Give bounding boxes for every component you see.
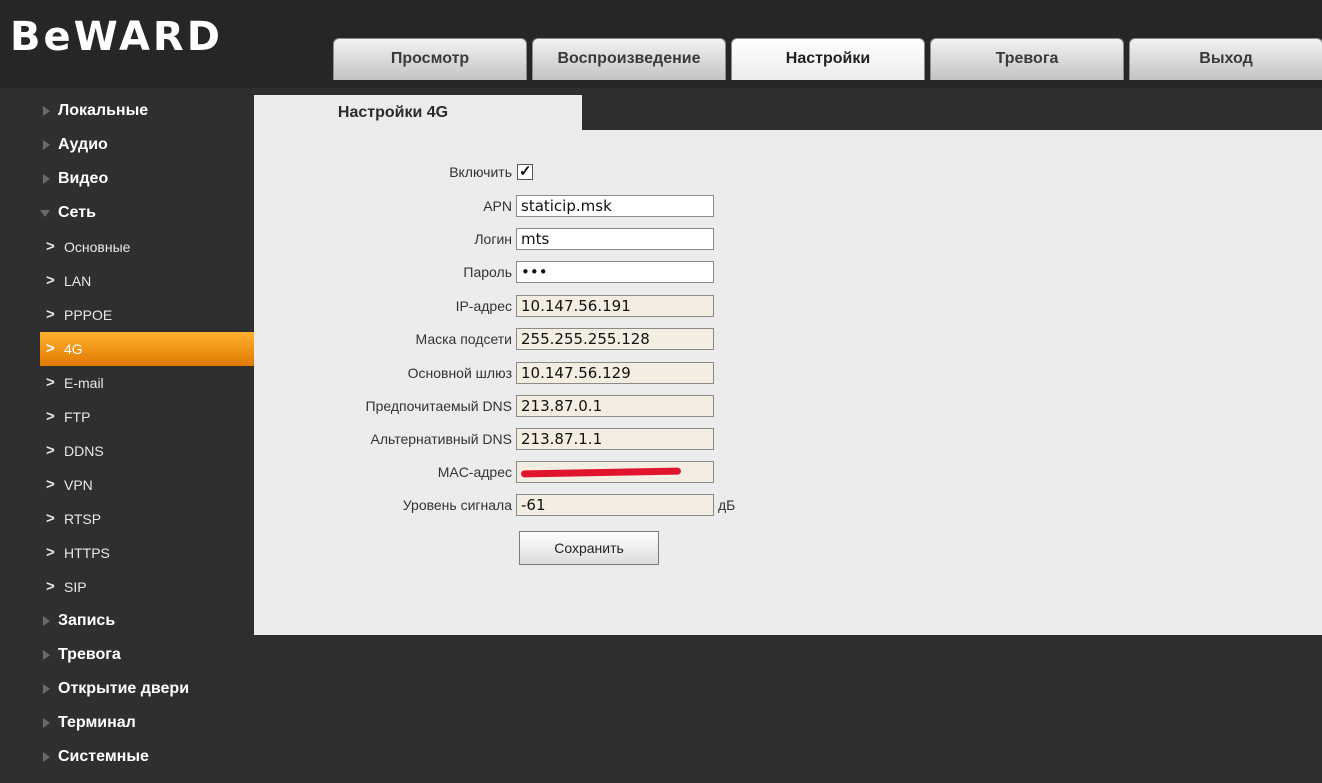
ip-label: IP-адрес [455, 298, 512, 314]
gateway-field: 10.147.56.129 [516, 362, 714, 384]
save-button[interactable]: Сохранить [519, 531, 659, 565]
sidebar-item-alarm[interactable]: Тревога [0, 638, 252, 672]
triangle-right-icon [43, 718, 50, 728]
mac-field [516, 461, 714, 483]
enable-label: Включить [449, 164, 512, 180]
dns1-label: Предпочитаемый DNS [365, 398, 512, 414]
triangle-right-icon [43, 752, 50, 762]
sidebar-item-door-open[interactable]: Открытие двери [0, 672, 252, 706]
sidebar-item-local[interactable]: Локальные [0, 94, 252, 128]
sidebar-subitem-label: FTP [64, 409, 91, 425]
tab-settings[interactable]: Настройки [731, 38, 925, 80]
signal-unit: дБ [718, 497, 736, 513]
sidebar-subitem-label: E-mail [64, 375, 104, 391]
ip-field: 10.147.56.191 [516, 295, 714, 317]
dns2-label: Альтернативный DNS [370, 431, 512, 447]
sidebar-item-system[interactable]: Системные [0, 740, 252, 774]
login-label: Логин [474, 231, 512, 247]
settings-panel: Настройки 4G Включить ✓ APN staticip.msk… [254, 95, 1322, 635]
sidebar-item-label: Локальные [58, 102, 149, 119]
sidebar-item-terminal[interactable]: Терминал [0, 706, 252, 740]
sidebar-subitem-label: DDNS [64, 443, 104, 459]
dns2-field: 213.87.1.1 [516, 428, 714, 450]
triangle-right-icon [43, 616, 50, 626]
triangle-down-icon [40, 210, 50, 217]
sidebar-subitem-label: 4G [64, 341, 83, 357]
chevron-right-icon: > [46, 340, 55, 357]
sidebar-subitem-label: VPN [64, 477, 93, 493]
panel-tab-4g-settings[interactable]: Настройки 4G [254, 95, 582, 130]
apn-input[interactable]: staticip.msk [516, 195, 714, 217]
sidebar-subitem-label: RTSP [64, 511, 102, 527]
password-input[interactable]: ••• [516, 261, 714, 283]
sidebar-item-label: Системные [58, 748, 149, 765]
mask-row: Маска подсети [254, 327, 513, 351]
sidebar-subitem-label: SIP [64, 579, 87, 595]
signal-label: Уровень сигнала [402, 497, 512, 513]
sidebar-item-label: Запись [58, 612, 116, 629]
sidebar-subitem-label: HTTPS [64, 545, 110, 561]
sidebar-item-audio[interactable]: Аудио [0, 128, 252, 162]
chevron-right-icon: > [46, 408, 55, 425]
gateway-label: Основной шлюз [407, 365, 512, 381]
sidebar-subitem-label: PPPOE [64, 307, 113, 323]
chevron-right-icon: > [46, 442, 55, 459]
panel-tab-bar: Настройки 4G [254, 95, 1322, 130]
sidebar-subitem-label: Основные [64, 239, 131, 255]
dns1-field: 213.87.0.1 [516, 395, 714, 417]
triangle-right-icon [43, 106, 50, 116]
chevron-right-icon: > [46, 476, 55, 493]
chevron-right-icon: > [46, 272, 55, 289]
tab-alarm[interactable]: Тревога [930, 38, 1124, 80]
sidebar-item-recording[interactable]: Запись [0, 604, 252, 638]
login-input[interactable]: mts [516, 228, 714, 250]
sidebar-item-label: Аудио [58, 136, 108, 153]
sidebar-item-label: Видео [58, 170, 109, 187]
triangle-right-icon [43, 174, 50, 184]
sidebar-item-label: Терминал [58, 714, 136, 731]
triangle-right-icon [43, 650, 50, 660]
enable-checkbox[interactable]: ✓ [517, 163, 533, 180]
dns1-row: Предпочитаемый DNS [254, 394, 512, 418]
chevron-right-icon: > [46, 578, 55, 595]
sidebar-subitem-sip[interactable]: > SIP [0, 570, 252, 604]
dns2-row: Альтернативный DNS [254, 427, 512, 451]
chevron-right-icon: > [46, 306, 55, 323]
triangle-right-icon [43, 684, 50, 694]
header-bar: BeWARD Просмотр Воспроизведение Настройк… [0, 0, 1322, 88]
signal-row: Уровень сигнала [254, 493, 512, 517]
checkmark-icon: ✓ [519, 163, 532, 180]
sidebar-subitem-https[interactable]: > HTTPS [0, 536, 252, 570]
sidebar-item-label: Открытие двери [58, 680, 190, 697]
tab-playback[interactable]: Воспроизведение [532, 38, 726, 80]
chevron-right-icon: > [46, 238, 55, 255]
sidebar-item-label: Тревога [58, 646, 121, 663]
chevron-right-icon: > [46, 374, 55, 391]
tab-exit[interactable]: Выход [1129, 38, 1322, 80]
triangle-right-icon [43, 140, 50, 150]
ip-row: IP-адрес [254, 294, 512, 318]
apn-label: APN [483, 198, 512, 214]
tab-view[interactable]: Просмотр [333, 38, 527, 80]
gateway-row: Основной шлюз [254, 361, 512, 385]
password-label: Пароль [463, 264, 512, 280]
beward-logo: BeWARD [10, 14, 223, 60]
mask-label: Маска подсети [415, 331, 513, 347]
signal-field: -61 [516, 494, 714, 516]
apn-row: APN [254, 194, 512, 218]
sidebar-item-label: Сеть [58, 204, 96, 221]
chevron-right-icon: > [46, 510, 55, 527]
mac-row: MAC-адрес [254, 460, 512, 484]
chevron-right-icon: > [46, 544, 55, 561]
password-row: Пароль [254, 260, 512, 284]
mask-field: 255.255.255.128 [516, 328, 714, 350]
sidebar-subitem-label: LAN [64, 273, 92, 289]
enable-row: Включить [254, 160, 512, 184]
login-row: Логин [254, 227, 512, 251]
redaction-mark [520, 467, 682, 478]
mac-label: MAC-адрес [437, 464, 512, 480]
